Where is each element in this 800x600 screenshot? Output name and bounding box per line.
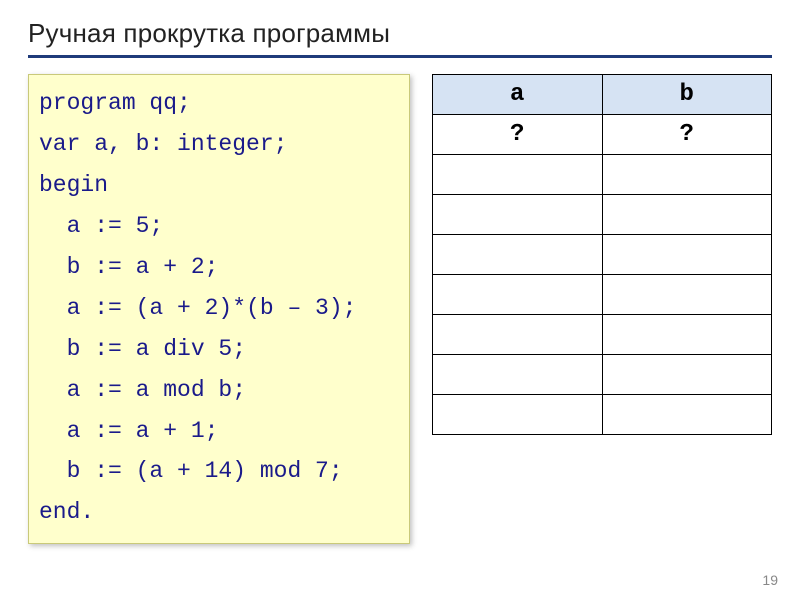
table-row: ? ? [433, 115, 772, 155]
cell-a [433, 195, 603, 235]
trace-table-wrap: a b ? ? [432, 74, 772, 544]
col-header-a: a [433, 75, 603, 115]
table-row [433, 235, 772, 275]
code-line: var a, b: integer; [39, 124, 399, 165]
code-box: program qq; var a, b: integer; begin a :… [28, 74, 410, 544]
table-row [433, 395, 772, 435]
cell-a: ? [433, 115, 603, 155]
cell-a [433, 275, 603, 315]
table-row [433, 195, 772, 235]
table-row [433, 315, 772, 355]
trace-table: a b ? ? [432, 74, 772, 435]
code-line: program qq; [39, 83, 399, 124]
table-header-row: a b [433, 75, 772, 115]
cell-a [433, 315, 603, 355]
cell-a [433, 235, 603, 275]
page-title: Ручная прокрутка программы [28, 18, 772, 49]
content-row: program qq; var a, b: integer; begin a :… [28, 74, 772, 544]
code-line: b := a div 5; [39, 329, 399, 370]
cell-b [602, 355, 772, 395]
cell-b [602, 275, 772, 315]
code-line: end. [39, 492, 399, 533]
code-line: a := a mod b; [39, 370, 399, 411]
code-line: begin [39, 165, 399, 206]
table-row [433, 155, 772, 195]
code-line: b := a + 2; [39, 247, 399, 288]
cell-a [433, 155, 603, 195]
cell-b [602, 395, 772, 435]
cell-b [602, 315, 772, 355]
title-divider [28, 55, 772, 58]
cell-b [602, 195, 772, 235]
table-row [433, 355, 772, 395]
code-line: a := 5; [39, 206, 399, 247]
slide: Ручная прокрутка программы program qq; v… [0, 0, 800, 600]
cell-a [433, 355, 603, 395]
table-row [433, 275, 772, 315]
cell-b [602, 155, 772, 195]
code-line: b := (a + 14) mod 7; [39, 451, 399, 492]
code-line: a := a + 1; [39, 411, 399, 452]
cell-a [433, 395, 603, 435]
code-line: a := (a + 2)*(b – 3); [39, 288, 399, 329]
cell-b [602, 235, 772, 275]
cell-b: ? [602, 115, 772, 155]
col-header-b: b [602, 75, 772, 115]
page-number: 19 [762, 572, 778, 588]
